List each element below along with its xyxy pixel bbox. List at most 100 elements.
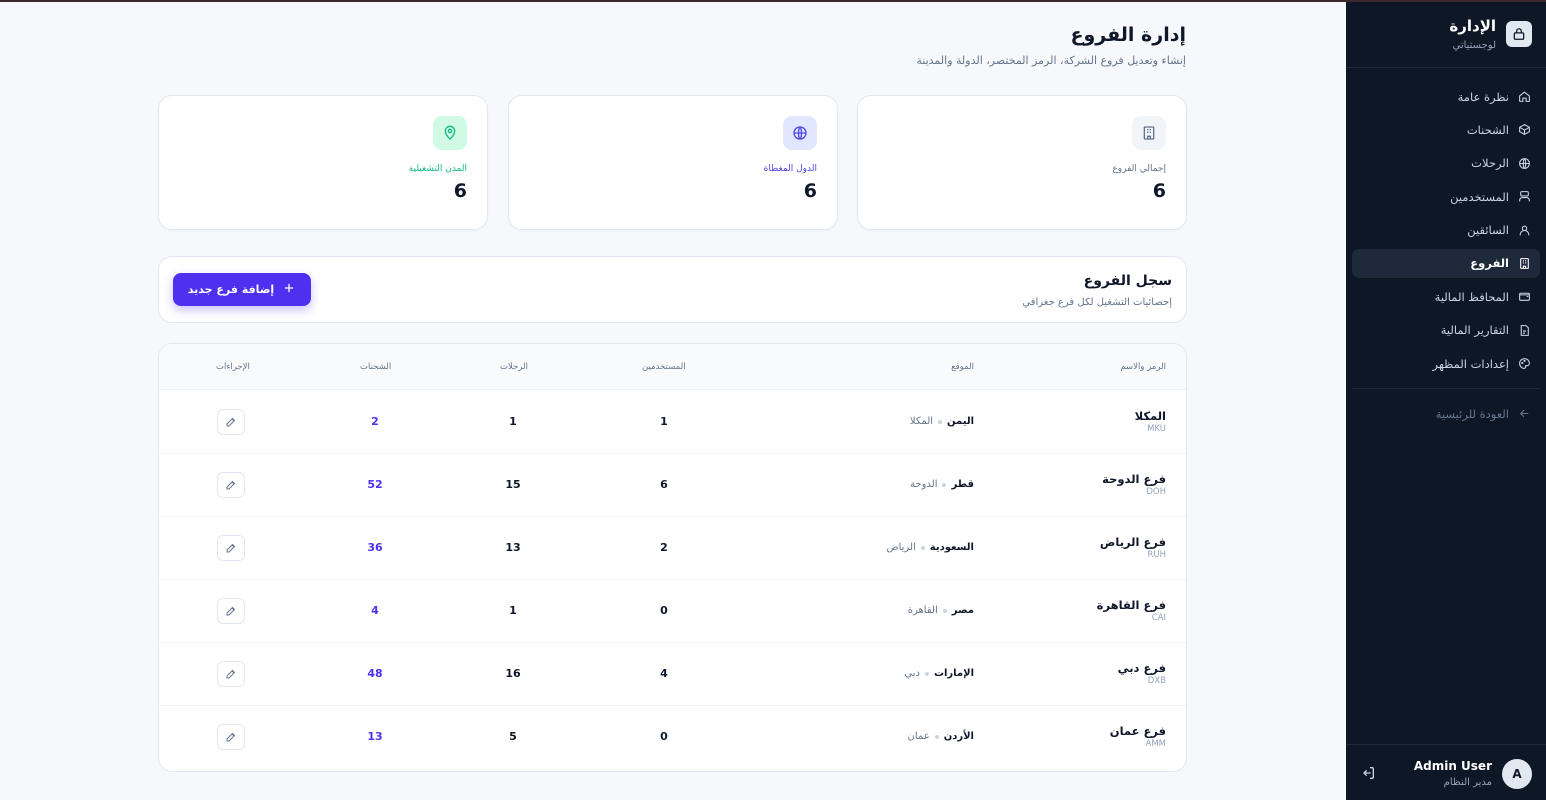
separator-dot <box>938 419 943 424</box>
sidebar-item-wallets[interactable]: المحافظ المالية <box>1352 282 1540 311</box>
city: الرياض <box>886 542 916 553</box>
user-icon <box>1517 223 1531 237</box>
add-branch-button[interactable]: إضافة فرع جديد <box>173 273 311 306</box>
col-shipments: الشحنات <box>360 362 392 372</box>
country: الإمارات <box>933 668 974 679</box>
sidebar-item-reports[interactable]: التقارير المالية <box>1352 316 1540 345</box>
page-title: إدارة الفروع <box>1070 24 1186 46</box>
edit-icon <box>226 669 236 679</box>
city: عمان <box>907 731 930 742</box>
building-icon <box>1517 256 1531 270</box>
trips-count: 1 <box>509 604 517 617</box>
stat-value: 6 <box>803 180 817 202</box>
stat-card-countries: الدول المغطاة 6 <box>508 95 838 230</box>
sidebar-nav: نظرة عامة الشحنات الرحلات المستخدمين الس… <box>1352 82 1540 433</box>
branch-name: فرع عمان <box>1109 724 1166 738</box>
separator-dot <box>942 482 947 487</box>
edit-icon <box>226 606 236 616</box>
branch-code: DXB <box>1147 676 1166 686</box>
sidebar-item-branches[interactable]: الفروع <box>1352 248 1540 278</box>
location-cell: الأردن عمان <box>908 731 974 742</box>
edit-button[interactable] <box>217 535 245 561</box>
users-count: 4 <box>660 667 668 680</box>
city: دبي <box>904 668 920 679</box>
sidebar-item-label: إعدادات المظهر <box>1432 356 1509 371</box>
brand-title: الإدارة <box>1449 17 1496 35</box>
separator-dot <box>920 545 925 550</box>
user-panel: A Admin User مدير النظام <box>1346 744 1546 800</box>
stat-label: الدول المغطاة <box>763 164 817 174</box>
edit-icon <box>226 543 236 553</box>
trips-count: 16 <box>505 667 521 680</box>
location-cell: اليمن المكلا <box>910 416 974 427</box>
location-cell: مصر القاهرة <box>908 605 974 616</box>
brand: الإدارة لوجستياتي <box>1346 2 1546 68</box>
location-cell: السعودية الرياض <box>887 542 975 553</box>
edit-button[interactable] <box>217 661 245 687</box>
edit-button[interactable] <box>217 598 245 624</box>
map-pin-icon <box>433 116 467 150</box>
logout-icon[interactable] <box>1360 765 1378 783</box>
branch-name-cell: فرع دبي DXB <box>1118 661 1166 686</box>
brand-subtitle: لوجستياتي <box>1452 40 1496 51</box>
country: قطر <box>951 479 974 490</box>
branch-code: CAI <box>1151 613 1166 623</box>
edit-button[interactable] <box>217 409 245 435</box>
branch-name-cell: فرع القاهرة CAI <box>1097 598 1166 623</box>
back-home-link[interactable]: العودة للرئيسية <box>1352 399 1540 428</box>
sidebar-item-label: الرحلات <box>1471 156 1509 171</box>
sidebar-item-label: المحافظ المالية <box>1434 289 1509 304</box>
stat-label: إجمالي الفروع <box>1112 164 1166 174</box>
table-row: فرع دبي DXB الإمارات دبي 4 16 48 <box>159 643 1186 706</box>
shipments-count: 36 <box>367 541 383 554</box>
top-border <box>0 0 1546 2</box>
branch-name-cell: فرع الدوحة DOH <box>1102 472 1166 497</box>
sidebar-item-appearance[interactable]: إعدادات المظهر <box>1352 349 1540 378</box>
edit-button[interactable] <box>217 472 245 498</box>
country: السعودية <box>929 542 974 553</box>
nav-divider <box>1352 388 1540 390</box>
sidebar-item-label: الفروع <box>1470 256 1509 271</box>
back-home-label: العودة للرئيسية <box>1435 406 1509 421</box>
registry-subtitle: إحصائيات التشغيل لكل فرع جغرافي <box>1022 297 1172 308</box>
wallet-icon <box>1517 290 1531 304</box>
branch-code: AMM <box>1145 739 1166 749</box>
col-users: المستخدمين <box>642 362 686 372</box>
branch-name: فرع الدوحة <box>1102 472 1166 486</box>
users-count: 2 <box>660 541 668 554</box>
sidebar-item-drivers[interactable]: السائقين <box>1352 216 1540 245</box>
users-count: 0 <box>660 730 668 743</box>
palette-icon <box>1517 357 1531 371</box>
shipments-count: 48 <box>367 667 383 680</box>
branch-registry-header: سجل الفروع إحصائيات التشغيل لكل فرع جغرا… <box>158 256 1187 323</box>
sidebar-item-users[interactable]: المستخدمين <box>1352 182 1540 211</box>
avatar[interactable]: A <box>1502 759 1532 789</box>
table-row: فرع القاهرة CAI مصر القاهرة 0 1 4 <box>159 580 1186 643</box>
trips-count: 13 <box>505 541 521 554</box>
edit-button[interactable] <box>217 724 245 750</box>
branch-name: فرع دبي <box>1117 661 1166 675</box>
col-actions: الإجراءات <box>216 362 250 372</box>
table-row: المكلا MKU اليمن المكلا 1 1 2 <box>159 391 1186 454</box>
sidebar-item-trips[interactable]: الرحلات <box>1352 149 1540 178</box>
branch-name: المكلا <box>1134 409 1166 423</box>
sidebar-item-shipments[interactable]: الشحنات <box>1352 115 1540 144</box>
branch-code: DOH <box>1146 487 1166 497</box>
user-name: Admin User <box>1413 759 1492 773</box>
registry-title: سجل الفروع <box>1083 273 1172 289</box>
home-icon <box>1517 90 1531 104</box>
branches-table: الرمز والاسم الموقع المستخدمين الرحلات ا… <box>158 343 1187 772</box>
separator-dot <box>924 671 929 676</box>
edit-icon <box>226 732 236 742</box>
plus-icon <box>282 281 296 298</box>
sidebar-item-overview[interactable]: نظرة عامة <box>1352 82 1540 111</box>
user-role: مدير النظام <box>1443 777 1492 788</box>
separator-dot <box>934 734 939 739</box>
stat-value: 6 <box>1152 180 1166 202</box>
package-icon <box>1517 123 1531 137</box>
add-branch-label: إضافة فرع جديد <box>187 283 275 296</box>
table-row: فرع الرياض RUH السعودية الرياض 2 13 36 <box>159 517 1186 580</box>
lock-icon <box>1506 21 1532 47</box>
users-icon <box>1517 190 1531 204</box>
edit-icon <box>226 417 236 427</box>
